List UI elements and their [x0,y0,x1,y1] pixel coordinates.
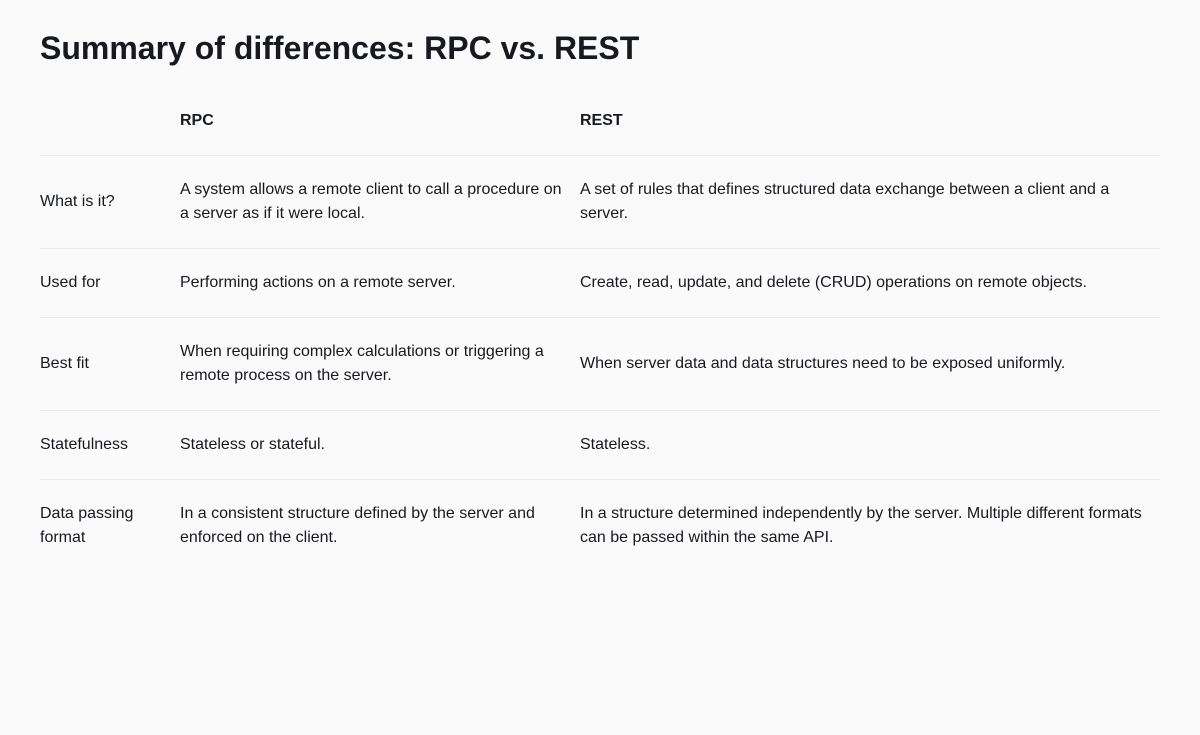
row-rpc-cell: A system allows a remote client to call … [180,156,580,249]
row-rest-cell: In a structure determined independently … [580,480,1160,573]
table-row: Statefulness Stateless or stateful. Stat… [40,411,1160,480]
header-blank [40,105,180,156]
row-label: Best fit [40,318,180,411]
row-rest-cell: When server data and data structures nee… [580,318,1160,411]
comparison-table: RPC REST What is it? A system allows a r… [40,105,1160,572]
row-label: Statefulness [40,411,180,480]
row-rest-cell: A set of rules that defines structured d… [580,156,1160,249]
header-rest: REST [580,105,1160,156]
table-row: Best fit When requiring complex calculat… [40,318,1160,411]
page-title: Summary of differences: RPC vs. REST [40,30,1160,67]
row-rest-cell: Stateless. [580,411,1160,480]
header-rpc: RPC [180,105,580,156]
row-label: Data passing format [40,480,180,573]
table-row: Data passing format In a consistent stru… [40,480,1160,573]
table-row: What is it? A system allows a remote cli… [40,156,1160,249]
row-rpc-cell: Stateless or stateful. [180,411,580,480]
row-rpc-cell: Performing actions on a remote server. [180,249,580,318]
table-row: Used for Performing actions on a remote … [40,249,1160,318]
row-label: What is it? [40,156,180,249]
row-rpc-cell: In a consistent structure defined by the… [180,480,580,573]
row-rest-cell: Create, read, update, and delete (CRUD) … [580,249,1160,318]
row-rpc-cell: When requiring complex calculations or t… [180,318,580,411]
row-label: Used for [40,249,180,318]
table-header-row: RPC REST [40,105,1160,156]
